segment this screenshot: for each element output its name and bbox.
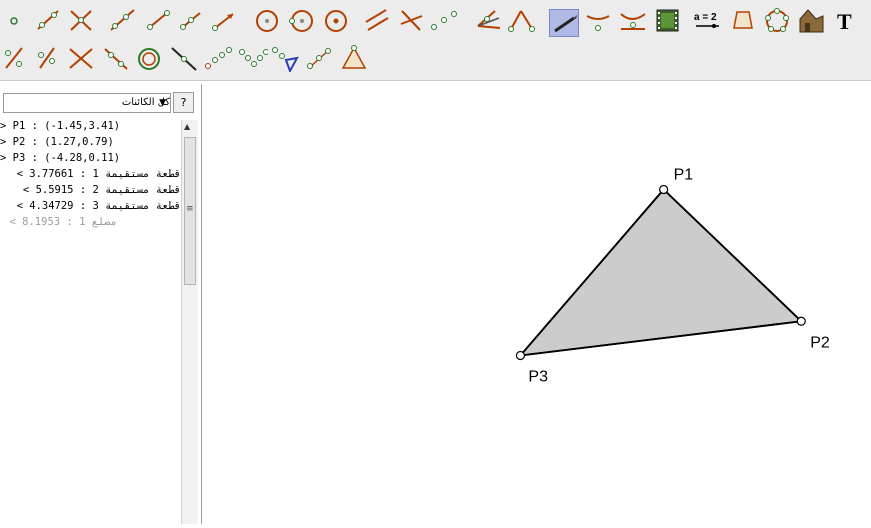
tool-triangle-marker[interactable] — [270, 44, 300, 72]
midpoint-icon — [431, 11, 457, 30]
line-tool-icon — [37, 10, 59, 30]
tool-locus[interactable] — [618, 6, 648, 34]
segment-tool-icon — [147, 10, 170, 30]
tool-diagonal-line[interactable] — [169, 44, 199, 72]
tool-line-through-points[interactable] — [101, 44, 131, 72]
object-row[interactable]: > P1 : (-1.45,3.41) — [0, 120, 120, 136]
geometry-canvas[interactable]: P1 P2 P3 — [203, 84, 871, 524]
algebra-view: كل الكائنات ▼ ? > P1 : (-1.45,3.41) > P2… — [0, 84, 202, 524]
tool-scatter-points[interactable] — [304, 44, 334, 72]
tool-perpendicular[interactable] — [396, 6, 426, 34]
graphics-view[interactable]: P1 P2 P3 — [203, 84, 871, 524]
object-row[interactable]: > P3 : (-4.28,0.11) — [0, 152, 120, 168]
object-filter-select[interactable]: كل الكائنات ▼ — [3, 93, 171, 113]
tool-slope[interactable] — [0, 44, 30, 72]
scroll-thumb[interactable]: ≡ — [184, 137, 196, 285]
tool-cross-lines[interactable] — [66, 44, 96, 72]
scatter-points-icon — [307, 48, 331, 69]
toolbar: a = 2 T — [0, 0, 871, 81]
point-p1[interactable] — [659, 184, 669, 195]
wave-points-icon — [239, 49, 268, 67]
tool-segment[interactable] — [143, 6, 173, 34]
dotted-curve-icon — [205, 47, 232, 69]
point-p2[interactable] — [796, 316, 806, 326]
tool-dotted-curve[interactable] — [203, 44, 233, 72]
pen-tool-icon — [554, 15, 577, 33]
circle-radius-icon — [325, 10, 347, 32]
tool-house[interactable] — [796, 6, 826, 34]
equation-label: a = 2 — [694, 12, 717, 23]
tool-line[interactable] — [33, 6, 63, 34]
object-row[interactable]: قطعة مستقيمة 1 : 3.77661 > — [17, 168, 181, 184]
regular-polygon-icon — [765, 8, 789, 32]
tool-pen[interactable] — [549, 9, 579, 37]
point-p3[interactable] — [515, 350, 526, 361]
tool-curve[interactable] — [584, 6, 614, 34]
tool-circle-on-line[interactable] — [134, 44, 164, 72]
tool-regular-polygon[interactable] — [762, 6, 792, 34]
tool-film[interactable] — [652, 6, 682, 34]
film-icon — [656, 9, 679, 32]
vector-tool-icon — [212, 13, 234, 31]
ratio-icon — [38, 47, 55, 69]
object-row[interactable]: قطعة مستقيمة 2 : 5.5915 > — [23, 184, 181, 200]
curve-tool-icon — [586, 15, 610, 31]
tool-equation[interactable]: a = 2 — [692, 6, 722, 34]
point-label: P2 — [810, 334, 830, 351]
locus-tool-icon — [620, 13, 646, 30]
tool-angle-bisector[interactable] — [473, 6, 503, 34]
equation-icon: a = 2 — [694, 12, 719, 28]
tool-angle[interactable] — [506, 6, 536, 34]
house-icon — [799, 9, 824, 33]
object-row[interactable]: > P2 : (1.27,0.79) — [0, 136, 114, 152]
move-tool-icon — [10, 17, 18, 25]
tool-triangle[interactable] — [339, 44, 369, 72]
slope-icon — [5, 47, 23, 69]
scroll-up-arrow-icon[interactable]: ▲ — [184, 122, 190, 131]
tool-circle-center[interactable] — [252, 6, 282, 34]
tool-vector[interactable] — [209, 6, 239, 34]
angle-icon — [508, 10, 535, 32]
tool-text[interactable]: T — [832, 6, 862, 34]
triangle-tool-icon — [341, 45, 367, 69]
circle-center-point-icon — [256, 10, 278, 32]
chevron-down-icon[interactable]: ▼ — [159, 94, 166, 112]
tool-intersect[interactable] — [66, 6, 96, 34]
tool-segment-length[interactable] — [176, 6, 206, 34]
object-row[interactable]: مضلع 1 : 8.1953 > — [10, 216, 118, 232]
point-label: P1 — [674, 166, 694, 183]
tool-polygon[interactable] — [729, 6, 759, 34]
point-label: P3 — [528, 368, 548, 385]
object-list: > P1 : (-1.45,3.41) > P2 : (1.27,0.79) >… — [0, 120, 181, 524]
circle-three-points-icon — [289, 10, 313, 32]
object-row[interactable]: قطعة مستقيمة 3 : 4.34729 > — [17, 200, 181, 216]
scrollbar[interactable]: ▲ ≡ — [181, 120, 198, 524]
perpendicular-line-icon — [400, 10, 423, 31]
circle-on-line-icon — [138, 48, 160, 70]
tool-wave-points[interactable] — [238, 44, 268, 72]
text-tool-icon: T — [837, 9, 852, 34]
polygon-1[interactable] — [518, 188, 804, 357]
diagonal-line-icon — [171, 47, 197, 71]
parallel-line-icon — [365, 9, 389, 31]
ray-tool-icon — [110, 9, 135, 31]
tool-move[interactable] — [0, 6, 30, 34]
tool-circle-radius[interactable] — [321, 6, 351, 34]
angle-bisector-icon — [477, 10, 501, 29]
tool-circle-three-points[interactable] — [287, 6, 317, 34]
help-button[interactable]: ? — [173, 92, 194, 113]
intersect-tool-icon — [70, 10, 92, 31]
tool-ratio[interactable] — [32, 44, 62, 72]
triangle-marker-icon — [272, 47, 299, 72]
line-through-points-icon — [104, 48, 128, 70]
tool-parallel[interactable] — [362, 6, 392, 34]
tool-ray[interactable] — [107, 6, 137, 34]
tool-midpoint[interactable] — [428, 6, 458, 34]
segment-tool-icon — [180, 12, 201, 30]
grip-icon: ≡ — [186, 204, 194, 214]
polygon-icon — [733, 11, 753, 29]
cross-lines-icon — [69, 48, 93, 69]
svg-text:T: T — [837, 9, 852, 34]
